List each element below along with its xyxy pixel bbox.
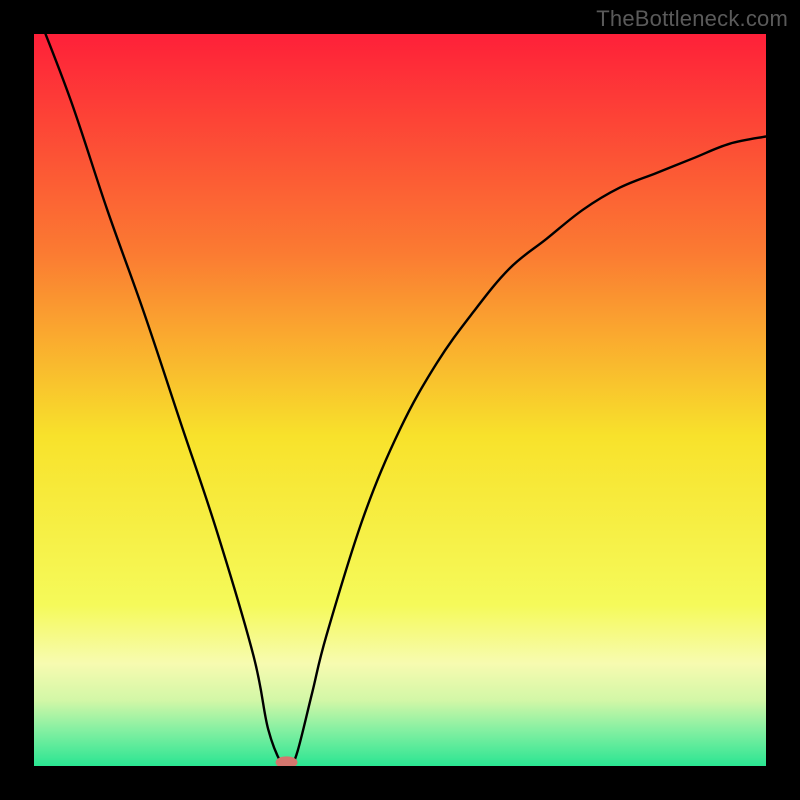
plot-svg (34, 34, 766, 766)
watermark-text: TheBottleneck.com (596, 6, 788, 32)
chart-frame: TheBottleneck.com (0, 0, 800, 800)
gradient-background (34, 34, 766, 766)
plot-area (34, 34, 766, 766)
